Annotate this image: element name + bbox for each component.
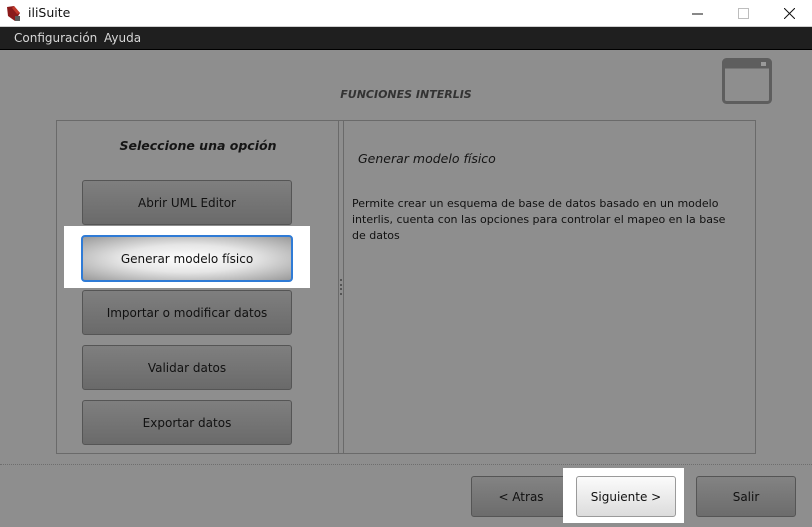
detail-description: Permite crear un esquema de base de dato… <box>352 197 726 242</box>
main-content: FUNCIONES INTERLIS Seleccione una opción… <box>0 50 812 527</box>
ilisuite-logo-icon <box>7 6 20 21</box>
menu-bar: Configuración Ayuda <box>0 27 812 50</box>
option-importar-modificar-datos-button[interactable]: Importar o modificar datos <box>82 290 292 335</box>
option-generar-modelo-fisico-button[interactable]: Generar modelo físico <box>81 235 293 282</box>
close-button[interactable] <box>766 0 812 27</box>
close-icon <box>783 8 795 19</box>
maximize-icon <box>737 8 749 19</box>
detail-title: Generar modelo físico <box>358 151 496 166</box>
exit-button[interactable]: Salir <box>696 476 796 517</box>
minimize-icon <box>691 13 703 15</box>
minimize-button[interactable] <box>674 0 720 27</box>
menu-ayuda[interactable]: Ayuda <box>104 31 141 45</box>
options-title: Seleccione una opción <box>119 138 277 153</box>
footer-divider <box>0 464 812 465</box>
option-validar-datos-button[interactable]: Validar datos <box>82 345 292 390</box>
next-button[interactable]: Siguiente > <box>576 476 676 517</box>
back-button[interactable]: < Atras <box>471 476 571 517</box>
detail-pane: Generar modelo físico Permite crear un e… <box>343 121 755 453</box>
option-exportar-datos-button[interactable]: Exportar datos <box>82 400 292 445</box>
maximize-button[interactable] <box>720 0 766 27</box>
menu-configuracion[interactable]: Configuración <box>14 31 97 45</box>
section-title: FUNCIONES INTERLIS <box>340 88 472 101</box>
option-abrir-uml-editor-button[interactable]: Abrir UML Editor <box>82 180 292 225</box>
window-titlebar: iliSuite <box>0 0 812 27</box>
window-title: iliSuite <box>28 5 71 20</box>
